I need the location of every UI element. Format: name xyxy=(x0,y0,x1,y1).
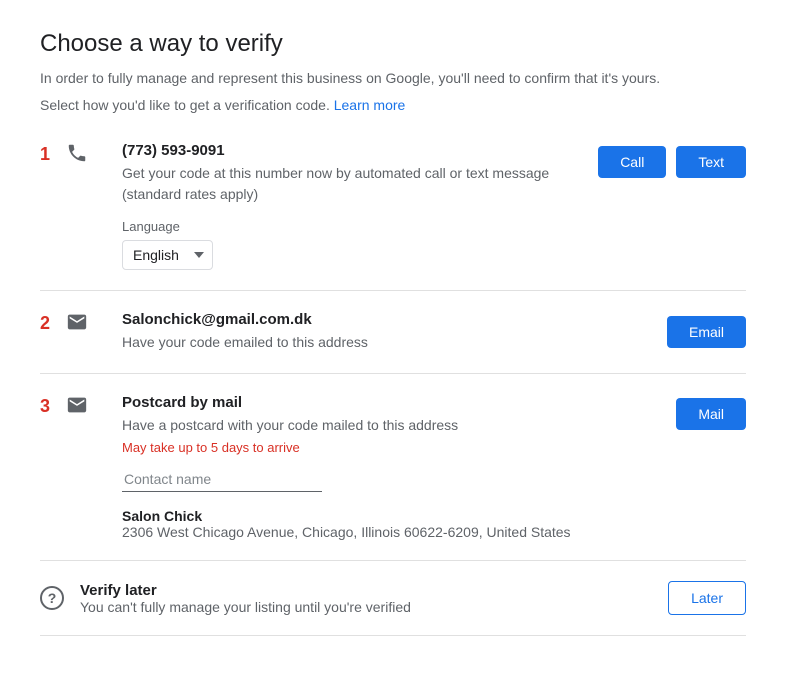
phone-icon xyxy=(66,142,90,172)
mail-icon xyxy=(66,394,90,424)
question-icon: ? xyxy=(40,586,64,610)
language-label: Language xyxy=(122,219,598,234)
verify-later-content: Verify later You can't fully manage your… xyxy=(80,582,652,615)
business-name: Salon Chick xyxy=(122,508,571,524)
verification-option-mail: 3 Postcard by mail Have a postcard with … xyxy=(40,374,746,561)
mail-button[interactable]: Mail xyxy=(676,398,746,430)
option3-number: 3 xyxy=(40,394,58,419)
verification-option-email: 2 Salonchick@gmail.com.dk Have your code… xyxy=(40,291,746,374)
option2-content: Salonchick@gmail.com.dk Have your code e… xyxy=(122,311,746,353)
page-subtitle: In order to fully manage and represent t… xyxy=(40,68,746,89)
text-button[interactable]: Text xyxy=(676,146,746,178)
verification-option-phone: 1 (773) 593-9091 Get your code at this n… xyxy=(40,122,746,291)
option2-email: Salonchick@gmail.com.dk xyxy=(122,311,368,328)
verify-later-section: ? Verify later You can't fully manage yo… xyxy=(40,561,746,636)
language-select-container: English Spanish French xyxy=(122,240,598,270)
language-dropdown[interactable]: English Spanish French xyxy=(122,240,213,270)
option1-number: 1 xyxy=(40,142,58,167)
call-button[interactable]: Call xyxy=(598,146,666,178)
business-address: 2306 West Chicago Avenue, Chicago, Illin… xyxy=(122,524,571,540)
learn-more-link[interactable]: Learn more xyxy=(334,97,406,113)
option1-content: (773) 593-9091 Get your code at this num… xyxy=(122,142,746,270)
later-button[interactable]: Later xyxy=(668,581,746,615)
option3-content: Postcard by mail Have a postcard with yo… xyxy=(122,394,746,540)
option1-phone: (773) 593-9091 xyxy=(122,142,598,159)
contact-name-input[interactable] xyxy=(122,467,322,492)
email-icon xyxy=(66,311,90,341)
phone-action-buttons: Call Text xyxy=(598,146,746,178)
select-prompt: Select how you'd like to get a verificat… xyxy=(40,97,330,113)
address-block: Salon Chick 2306 West Chicago Avenue, Ch… xyxy=(122,508,571,540)
option3-title: Postcard by mail xyxy=(122,394,571,411)
option3-warning: May take up to 5 days to arrive xyxy=(122,440,571,455)
verify-later-title: Verify later xyxy=(80,582,652,599)
option3-description: Have a postcard with your code mailed to… xyxy=(122,415,571,436)
page-title: Choose a way to verify xyxy=(40,30,746,58)
verify-later-description: You can't fully manage your listing unti… xyxy=(80,599,652,615)
option2-description: Have your code emailed to this address xyxy=(122,332,368,353)
option2-number: 2 xyxy=(40,311,58,336)
option1-description: Get your code at this number now by auto… xyxy=(122,163,598,205)
email-button[interactable]: Email xyxy=(667,316,746,348)
